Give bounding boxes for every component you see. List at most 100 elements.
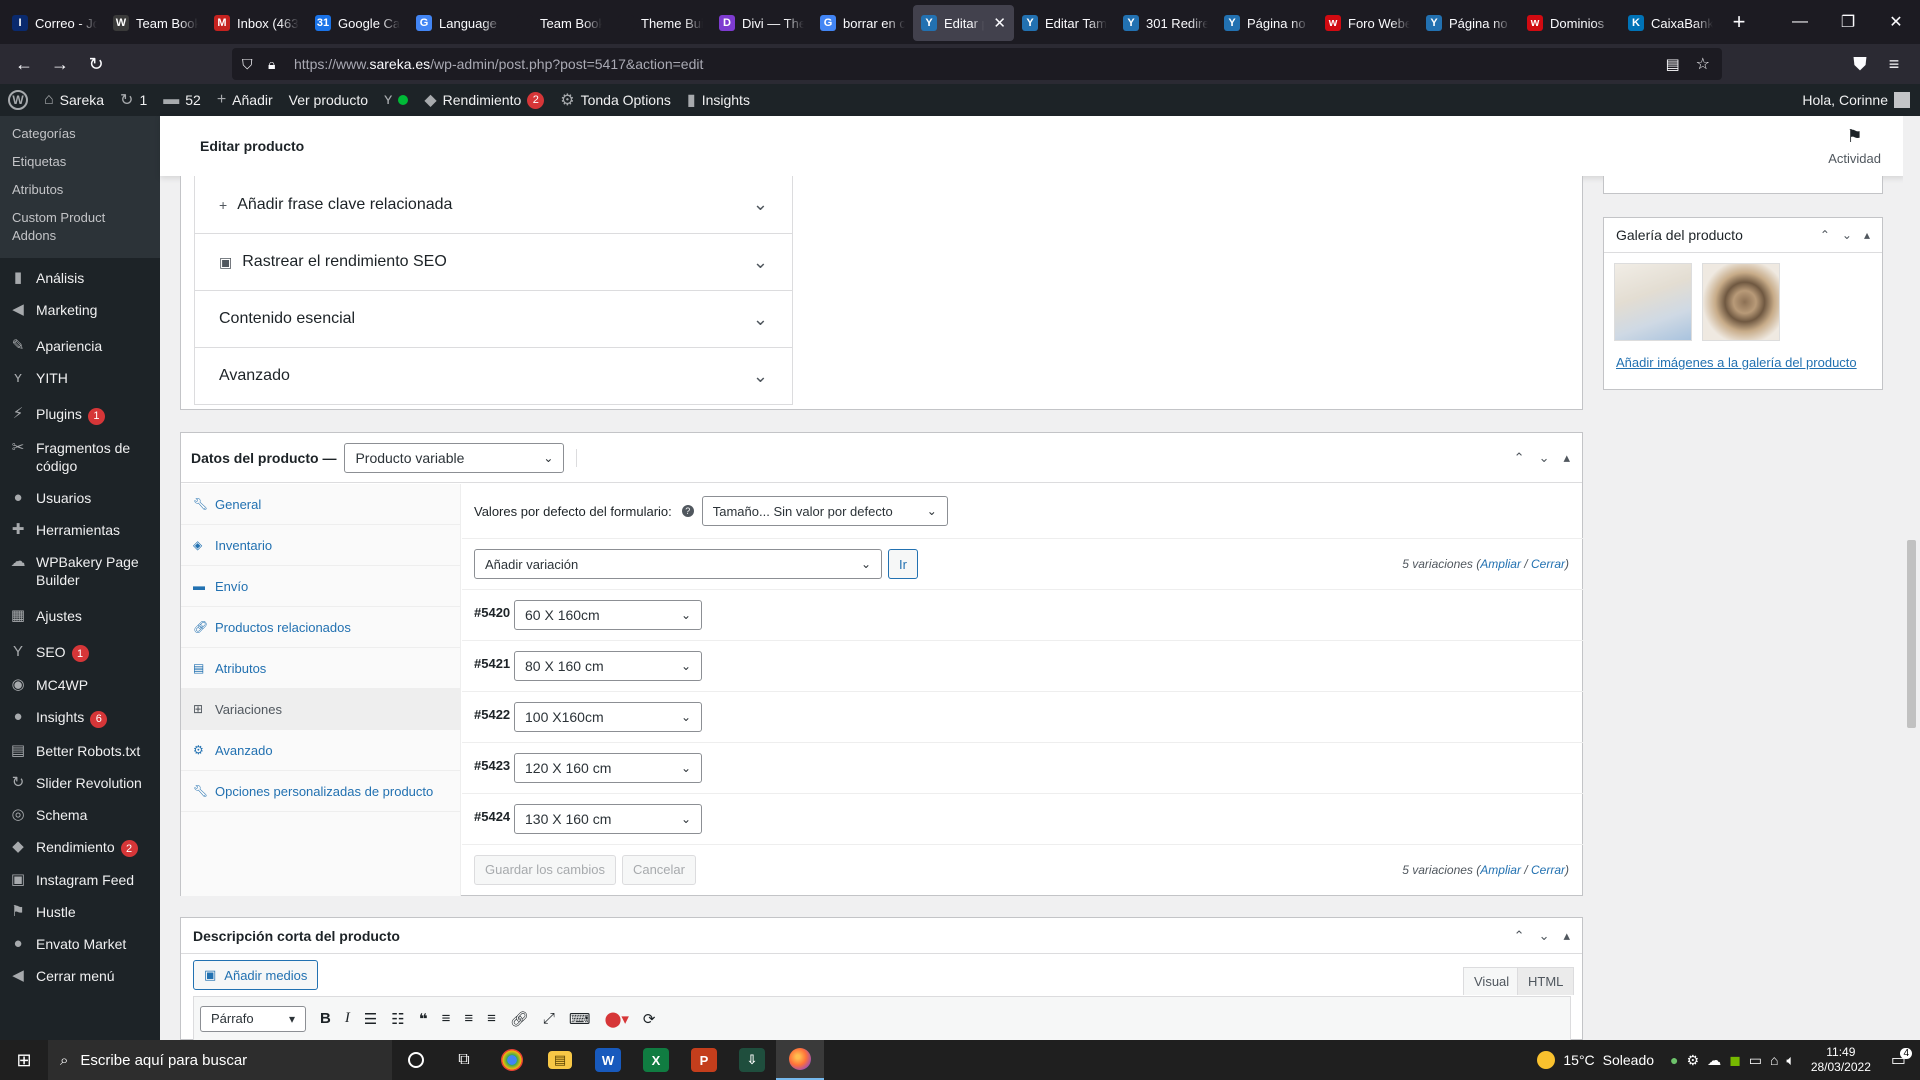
lock-icon[interactable]: 🔒︎	[268, 56, 282, 73]
move-down-icon[interactable]: ⌄	[1539, 450, 1550, 466]
sidebar-item[interactable]: ▣ Instagram Feed	[0, 864, 160, 896]
sidebar-item[interactable]: ✂ Fragmentos de código	[0, 432, 160, 482]
record-icon[interactable]: ⬤▾	[605, 1010, 629, 1028]
volume-icon[interactable]: 🔈︎	[1786, 1052, 1794, 1069]
sidebar-item[interactable]: ʏ YITH	[0, 362, 160, 394]
updates-link[interactable]: ↻ 1	[112, 84, 155, 116]
browser-tab[interactable]: W Team Booki	[105, 5, 206, 41]
move-down-icon[interactable]: ⌄	[1842, 228, 1852, 242]
submenu-item[interactable]: Custom Product Addons	[0, 204, 160, 250]
sidebar-item[interactable]: ⚡ Plugins 1	[0, 398, 160, 432]
bullet-list-icon[interactable]: ☰	[364, 1010, 377, 1028]
product-data-tab[interactable]: ⊞ Variaciones	[181, 689, 460, 730]
performance-link[interactable]: ◆ Rendimiento 2	[416, 84, 552, 116]
tray-settings-icon[interactable]: ⚙	[1687, 1052, 1700, 1069]
variation-row[interactable]: #5421 80 X 160 cm ⌄	[462, 641, 1583, 692]
restore-icon[interactable]: ❐	[1824, 0, 1872, 44]
product-data-tab[interactable]: ▬ Envío	[181, 566, 460, 607]
powerpoint-icon[interactable]: P	[680, 1040, 728, 1080]
file-explorer-icon[interactable]: ▤	[536, 1040, 584, 1080]
gallery-image[interactable]	[1702, 263, 1780, 341]
product-data-tab[interactable]: ▤ Atributos	[181, 648, 460, 689]
numbered-list-icon[interactable]: ☷	[391, 1010, 404, 1028]
nvidia-icon[interactable]: ◼	[1729, 1052, 1741, 1069]
insights-link[interactable]: ▮ Insights	[679, 84, 758, 116]
toggle-panel-icon[interactable]: ▴	[1563, 450, 1570, 466]
move-up-icon[interactable]: ⌃	[1514, 928, 1525, 944]
sidebar-item[interactable]: ● Usuarios	[0, 482, 160, 514]
link-icon[interactable]: 🔗︎	[510, 1010, 529, 1028]
cortana-icon[interactable]	[392, 1040, 440, 1080]
format-select[interactable]: Párrafo ▾	[200, 1005, 306, 1032]
page-scrollbar[interactable]	[1903, 116, 1920, 1040]
excel-icon[interactable]: X	[632, 1040, 680, 1080]
browser-tab[interactable]: Y Página no	[1418, 5, 1519, 41]
variation-row[interactable]: #5422 100 X160cm ⌄	[462, 692, 1583, 743]
bookmark-star-icon[interactable]: ☆	[1696, 54, 1710, 74]
chrome-icon[interactable]	[488, 1040, 536, 1080]
browser-tab[interactable]: D Divi — The	[711, 5, 812, 41]
browser-tab[interactable]: Theme Builder	[610, 5, 711, 41]
variation-size-select[interactable]: 100 X160cm ⌄	[514, 702, 702, 732]
move-up-icon[interactable]: ⌃	[1820, 228, 1830, 242]
onedrive-icon[interactable]: ☁	[1707, 1052, 1721, 1069]
sidebar-item[interactable]: ▦ Ajustes	[0, 600, 160, 632]
add-variation-select[interactable]: Añadir variación ⌄	[474, 549, 882, 579]
variation-size-select[interactable]: 60 X 160cm ⌄	[514, 600, 702, 630]
browser-tab[interactable]: Gborrar en c	[812, 5, 913, 41]
expand-link[interactable]: Ampliar	[1480, 557, 1521, 571]
align-left-icon[interactable]: ≡	[442, 1010, 451, 1027]
browser-tab[interactable]: I Correo - Jo	[4, 5, 105, 41]
submenu-item[interactable]: Etiquetas	[0, 148, 160, 176]
variation-size-select[interactable]: 120 X 160 cm ⌄	[514, 753, 702, 783]
seo-accordion-row[interactable]: + Añadir frase clave relacionada ⌄	[195, 176, 792, 233]
close-link[interactable]: Cerrar	[1531, 863, 1565, 877]
variation-row[interactable]: #5424 130 X 160 cm ⌄	[462, 794, 1583, 845]
sidebar-item[interactable]: ◉ MC4WP	[0, 669, 160, 701]
bold-icon[interactable]: B	[320, 1010, 331, 1027]
move-down-icon[interactable]: ⌄	[1539, 928, 1550, 944]
align-center-icon[interactable]: ≡	[464, 1010, 473, 1027]
my-account-link[interactable]: Hola, Corinne	[1794, 84, 1920, 116]
browser-tab[interactable]: 31 Google Ca	[307, 5, 408, 41]
product-data-tab[interactable]: ◈ Inventario	[181, 525, 460, 566]
browser-tab[interactable]: Y Editar p ✕	[913, 5, 1014, 41]
scrollbar-thumb[interactable]	[1907, 540, 1916, 728]
browser-tab[interactable]: Y 301 Redire	[1115, 5, 1216, 41]
sidebar-item[interactable]: ◀ Marketing	[0, 294, 160, 326]
sidebar-item[interactable]: ◎ Schema	[0, 799, 160, 831]
close-tab-icon[interactable]: ✕	[993, 14, 1006, 32]
view-product-link[interactable]: Ver producto	[281, 84, 376, 116]
start-button[interactable]: ⊞	[0, 1040, 48, 1080]
display-icon[interactable]: ▭	[1749, 1052, 1762, 1069]
sidebar-item[interactable]: ◀ Cerrar menú	[0, 960, 160, 992]
browser-tab[interactable]: Team Booking	[509, 5, 610, 41]
pocket-icon[interactable]: ⛊	[1842, 54, 1878, 75]
activity-button[interactable]: ⚑ Actividad	[1828, 126, 1881, 166]
sun-icon[interactable]	[1537, 1051, 1556, 1069]
sidebar-item[interactable]: ● Envato Market	[0, 928, 160, 960]
move-up-icon[interactable]: ⌃	[1514, 450, 1525, 466]
browser-tab[interactable]: Y Editar Tam	[1014, 5, 1115, 41]
notifications-icon[interactable]: ▭ 4	[1891, 1048, 1912, 1070]
browser-tab[interactable]: w Dominios	[1519, 5, 1620, 41]
expand-link[interactable]: Ampliar	[1480, 863, 1521, 877]
minimize-icon[interactable]: —	[1776, 0, 1824, 44]
browser-tab[interactable]: G Language	[408, 5, 509, 41]
browser-tab[interactable]: w Foro Webe	[1317, 5, 1418, 41]
sidebar-item[interactable]: ☁ WPBakery Page Builder	[0, 546, 160, 596]
wordpress-logo-icon[interactable]: W	[0, 84, 36, 116]
cancel-button[interactable]: Cancelar	[621, 854, 696, 885]
sidebar-item[interactable]: ✎ Apariencia	[0, 330, 160, 362]
variation-size-select[interactable]: 130 X 160 cm ⌄	[514, 804, 702, 834]
task-view-icon[interactable]: ⧉	[440, 1040, 488, 1080]
sidebar-item[interactable]: ◆ Rendimiento 2	[0, 831, 160, 865]
gallery-image[interactable]	[1614, 263, 1692, 341]
variation-size-select[interactable]: 80 X 160 cm ⌄	[514, 651, 702, 681]
go-button[interactable]: Ir	[888, 549, 918, 579]
default-size-select[interactable]: Tamaño... Sin valor por defecto ⌄	[701, 496, 948, 526]
product-data-tab[interactable]: ⚙ Avanzado	[181, 730, 460, 771]
menu-icon[interactable]: ≡	[1876, 54, 1912, 75]
submenu-item[interactable]: Atributos	[0, 176, 160, 204]
sidebar-item[interactable]: ⚑ Hustle	[0, 896, 160, 928]
